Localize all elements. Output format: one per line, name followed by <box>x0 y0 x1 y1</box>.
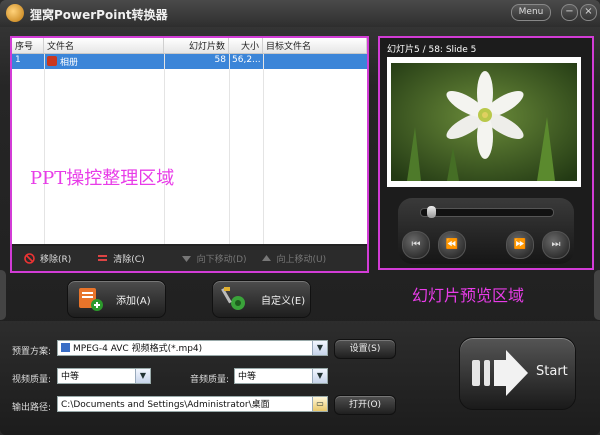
settings-button[interactable]: 设置(S) <box>334 339 396 359</box>
column-divider <box>44 54 45 244</box>
menu-label: Menu <box>518 7 544 17</box>
rewind-icon: ⏪ <box>445 239 459 250</box>
last-slide-button[interactable]: ⏭ <box>542 231 570 259</box>
preset-value: MPEG-4 AVC 视频格式(*.mp4) <box>73 344 203 354</box>
row-target <box>263 54 367 69</box>
slide-caption: 幻灯片5 / 58: Slide 5 <box>387 45 477 55</box>
skip-back-icon: ⏮ <box>411 239 421 250</box>
move-up-button[interactable]: 向上移动(U) <box>261 252 327 265</box>
column-name[interactable]: 文件名 <box>44 38 164 53</box>
move-down-label: 向下移动(D) <box>196 255 247 265</box>
output-path-label: 输出路径: <box>12 403 52 413</box>
slide-preview-panel: 幻灯片5 / 58: Slide 5 ⏮ ⏪ ⏩ ⏭ <box>378 36 594 270</box>
ppt-file-icon <box>47 56 57 66</box>
add-button[interactable]: 添加(A) <box>67 280 166 318</box>
column-size[interactable]: 大小 <box>229 38 263 53</box>
start-label: Start <box>536 364 568 379</box>
remove-icon <box>24 253 35 264</box>
table-row[interactable]: 1 相册 58 56,2... <box>12 54 367 69</box>
folder-icon[interactable]: ▭ <box>312 397 327 411</box>
video-format-icon <box>61 343 70 352</box>
add-ppt-icon <box>79 288 103 311</box>
column-index[interactable]: 序号 <box>12 38 44 53</box>
add-label: 添加(A) <box>116 296 151 307</box>
output-path-input[interactable]: C:\Documents and Settings\Administrator\… <box>57 396 328 412</box>
skip-forward-icon: ⏭ <box>551 239 561 250</box>
close-button[interactable]: × <box>580 4 597 21</box>
column-target[interactable]: 目标文件名 <box>263 38 367 53</box>
audio-quality-value: 中等 <box>238 372 257 382</box>
video-quality-label: 视频质量: <box>12 375 52 385</box>
list-toolbar: 移除(R) 清除(C) 向下移动(D) 向上移动(U) <box>12 246 367 271</box>
chevron-down-icon: ▼ <box>312 369 327 383</box>
start-arrow-icon <box>472 350 528 396</box>
row-name: 相册 <box>60 58 79 68</box>
clear-button[interactable]: 清除(C) <box>97 252 145 265</box>
fast-forward-icon: ⏩ <box>513 239 527 250</box>
menu-button[interactable]: Menu <box>511 4 551 21</box>
start-button[interactable]: Start <box>459 337 576 410</box>
title-bar[interactable]: 狸窝PowerPoint转换器 Menu − × <box>0 0 600 27</box>
right-edge-knob <box>594 270 600 320</box>
arrow-up-icon <box>261 255 271 261</box>
settings-label: 设置(S) <box>349 344 381 354</box>
app-logo-icon <box>6 4 24 22</box>
minimize-icon: − <box>565 6 574 17</box>
move-up-label: 向上移动(U) <box>276 255 327 265</box>
move-down-button[interactable]: 向下移动(D) <box>181 252 247 265</box>
clear-icon <box>98 255 108 261</box>
minimize-button[interactable]: − <box>561 4 578 21</box>
app-window: 狸窝PowerPoint转换器 Menu − × 序号 文件名 幻灯片数 大小 … <box>0 0 600 435</box>
slider-handle[interactable] <box>427 206 436 218</box>
video-quality-select[interactable]: 中等 ▼ <box>57 368 151 384</box>
chevron-down-icon: ▼ <box>312 341 327 355</box>
customize-button[interactable]: 自定义(E) <box>212 280 311 318</box>
left-edge-knob <box>0 270 6 320</box>
slide-preview-image <box>387 57 581 187</box>
preset-select[interactable]: MPEG-4 AVC 视频格式(*.mp4) ▼ <box>57 340 328 356</box>
customize-label: 自定义(E) <box>261 296 306 307</box>
open-folder-button[interactable]: 打开(O) <box>334 395 396 415</box>
ppt-area-annotation: PPT操控整理区域 <box>30 168 175 189</box>
preview-area-annotation: 幻灯片预览区域 <box>412 286 525 305</box>
first-slide-button[interactable]: ⏮ <box>402 231 430 259</box>
previous-slide-button[interactable]: ⏪ <box>438 231 466 259</box>
ppt-file-list[interactable]: 序号 文件名 幻灯片数 大小 目标文件名 1 相册 58 56,2... <box>12 38 367 244</box>
column-divider <box>164 54 165 244</box>
column-divider <box>263 54 264 244</box>
tools-icon <box>221 287 245 310</box>
open-label: 打开(O) <box>348 400 382 410</box>
remove-button[interactable]: 移除(R) <box>24 252 71 265</box>
next-slide-button[interactable]: ⏩ <box>506 231 534 259</box>
list-header: 序号 文件名 幻灯片数 大小 目标文件名 <box>12 38 367 54</box>
preview-progress-slider[interactable] <box>420 206 554 218</box>
app-title: 狸窝PowerPoint转换器 <box>30 8 168 22</box>
column-slides[interactable]: 幻灯片数 <box>164 38 229 53</box>
row-name-cell: 相册 <box>44 54 164 69</box>
preset-label: 预置方案: <box>12 347 52 357</box>
chevron-down-icon: ▼ <box>135 369 150 383</box>
output-path-value: C:\Documents and Settings\Administrator\… <box>61 400 270 410</box>
row-index: 1 <box>15 55 21 65</box>
clear-label: 清除(C) <box>113 255 145 265</box>
row-slides: 58 <box>214 55 226 65</box>
flower-photo <box>391 63 577 181</box>
audio-quality-label: 音频质量: <box>190 375 230 385</box>
arrow-down-icon <box>181 256 191 262</box>
audio-quality-select[interactable]: 中等 ▼ <box>234 368 328 384</box>
remove-label: 移除(R) <box>40 255 72 265</box>
close-icon: × <box>584 6 593 17</box>
playback-controls: ⏮ ⏪ ⏩ ⏭ <box>398 198 574 264</box>
ppt-list-panel: 序号 文件名 幻灯片数 大小 目标文件名 1 相册 58 56,2... 移除(… <box>10 36 369 273</box>
row-size: 56,2... <box>232 55 261 65</box>
video-quality-value: 中等 <box>61 372 80 382</box>
column-divider <box>229 54 230 244</box>
